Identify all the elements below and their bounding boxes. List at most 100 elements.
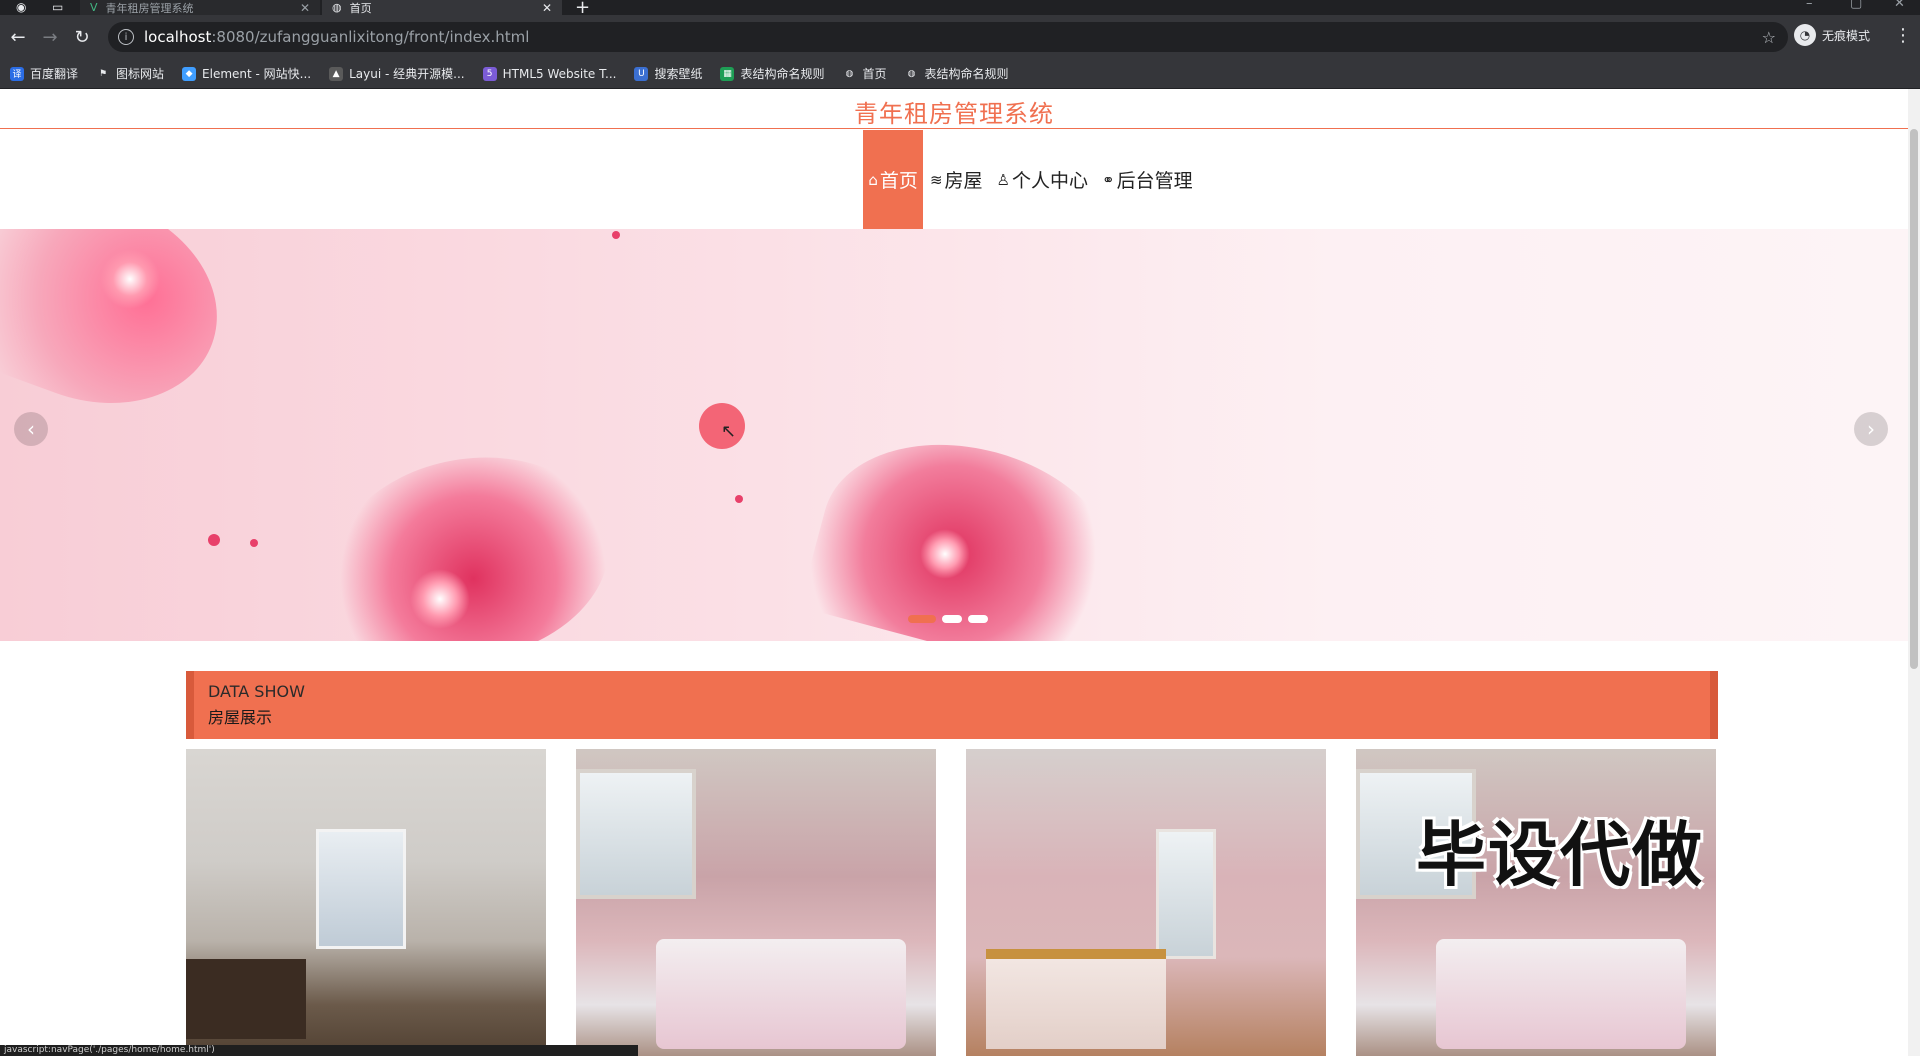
back-arrow-icon[interactable]: ← [2, 27, 34, 48]
layui-icon: ▲ [329, 66, 344, 81]
bookmark-item[interactable]: ◆ Element - 网站快... [182, 65, 311, 82]
html5-icon: 5 [482, 66, 497, 81]
carousel-indicators [908, 615, 988, 623]
carousel-indicator[interactable] [908, 615, 936, 623]
light-orb [410, 569, 470, 629]
carousel-banner[interactable]: ‹ › ↖ [0, 229, 1908, 641]
bookmark-label: 搜索壁纸 [654, 67, 703, 81]
sparkle-dot [250, 539, 258, 547]
address-bar[interactable]: i localhost :8080/zufangguanlixitong/fro… [108, 22, 1788, 52]
browser-tab-admin[interactable]: V 青年租房管理系统 ✕ [80, 0, 320, 15]
flag-icon: ⚑ [98, 68, 108, 79]
bookmark-label: 图标网站 [116, 67, 165, 81]
light-orb [920, 529, 970, 579]
carousel-indicator[interactable] [968, 615, 988, 623]
tab-close-icon[interactable]: ✕ [542, 1, 552, 15]
globe-favicon-icon: ◍ [332, 1, 342, 14]
main-nav: ⌂ 首页 ≋ 房屋 ♙ 个人中心 ⚭ 后台管理 [0, 130, 1908, 229]
bookmark-star-icon[interactable]: ☆ [1762, 28, 1776, 47]
incognito-icon: ◔ [1794, 24, 1816, 46]
forward-arrow-icon[interactable]: → [34, 27, 66, 48]
house-card[interactable] [576, 749, 936, 1056]
site-title: 青年租房管理系统 [854, 100, 1054, 128]
sparkle-dot [208, 534, 220, 546]
scrollbar-thumb[interactable] [1910, 129, 1918, 669]
house-card[interactable]: 毕设代做 [1356, 749, 1716, 1056]
nav-label: 首页 [879, 170, 918, 192]
bookmark-item[interactable]: ◍ 表结构命名规则 [905, 65, 1009, 82]
home-icon: ⌂ [868, 170, 878, 189]
bookmark-item[interactable]: ▲ Layui - 经典开源模... [329, 65, 465, 82]
bookmark-item[interactable]: ▦ 表结构命名规则 [720, 65, 824, 82]
sofa-shape [186, 959, 306, 1039]
link-status-bar: javascript:navPage('./pages/home/home.ht… [0, 1045, 638, 1056]
reload-icon[interactable]: ↻ [66, 27, 98, 48]
bed-shape [1436, 939, 1686, 1049]
browser-menu-icon[interactable]: ◉ [16, 0, 26, 14]
house-card[interactable] [966, 749, 1326, 1056]
window-shape [576, 769, 696, 899]
tab-title: 青年租房管理系统 [105, 1, 194, 15]
nav-label: 房屋 [944, 170, 983, 192]
nav-item-admin[interactable]: ⚭ 后台管理 [1095, 130, 1200, 229]
translate-icon: 译 [10, 66, 24, 81]
nav-item-house[interactable]: ≋ 房屋 [923, 130, 990, 229]
bookmark-label: HTML5 Website T... [502, 66, 617, 81]
carousel-prev-button[interactable]: ‹ [14, 412, 48, 446]
bed-shape [656, 939, 906, 1049]
house-card-list: 毕设代做 [186, 749, 1718, 1056]
bookmark-label: Element - 网站快... [202, 67, 312, 81]
mouse-cursor-icon: ↖ [721, 421, 737, 442]
incognito-label: 无痕模式 [1822, 28, 1871, 43]
browser-toolbar: ← → ↻ i localhost :8080/zufangguanlixito… [0, 15, 1920, 59]
house-card[interactable] [186, 749, 546, 1056]
vue-favicon-icon: V [90, 1, 98, 14]
light-orb [100, 249, 160, 309]
nav-label: 后台管理 [1116, 170, 1193, 192]
tab-search-icon[interactable]: ▭ [52, 0, 63, 14]
link-icon: ⚭ [1102, 170, 1115, 189]
nav-item-profile[interactable]: ♙ 个人中心 [990, 130, 1095, 229]
carousel-indicator[interactable] [942, 615, 962, 623]
globe-icon: ◍ [907, 68, 916, 79]
bookmarks-bar: 译百度翻译 ⚑ 图标网站 ◆ Element - 网站快... ▲ Layui - 经典开源… [0, 59, 1920, 89]
site-info-icon[interactable]: i [118, 29, 134, 45]
page-scrollbar[interactable] [1908, 89, 1920, 1056]
nav-item-home[interactable]: ⌂ 首页 [863, 130, 923, 229]
section-header: DATA SHOW 房屋展示 [186, 671, 1718, 739]
element-icon: ◆ [182, 66, 197, 81]
new-tab-button[interactable]: + [575, 0, 590, 15]
bookmark-item[interactable]: 译百度翻译 [10, 65, 78, 82]
bookmark-item[interactable]: 5 HTML5 Website T... [482, 66, 617, 81]
maximize-icon[interactable]: ▢ [1850, 0, 1862, 11]
carousel-next-button[interactable]: › [1854, 412, 1888, 446]
bookmark-item[interactable]: ◍ 首页 [842, 65, 887, 82]
bed-shape [986, 949, 1166, 1049]
bookmark-label: 百度翻译 [30, 67, 79, 81]
window-shape [1156, 829, 1216, 959]
flower-decoration [799, 413, 1141, 641]
table-icon: ▦ [720, 66, 735, 81]
url-host: localhost [144, 28, 212, 46]
more-menu-icon[interactable]: ⋮ [1894, 25, 1912, 46]
layers-icon: ≋ [929, 170, 943, 189]
bookmark-item[interactable]: U 搜索壁纸 [634, 65, 702, 82]
incognito-indicator[interactable]: ◔ 无痕模式 [1794, 24, 1870, 46]
close-window-icon[interactable]: ✕ [1894, 0, 1905, 11]
minimize-icon[interactable]: – [1806, 0, 1813, 11]
bookmark-label: Layui - 经典开源模... [349, 67, 465, 81]
browser-tab-bar: ◉ ▭ V 青年租房管理系统 ✕ ◍ 首页 ✕ + – ▢ ✕ [0, 0, 1920, 15]
bookmark-label: 首页 [862, 67, 887, 81]
section-title-zh: 房屋展示 [208, 708, 273, 727]
site-header: 青年租房管理系统 [0, 89, 1908, 129]
bookmark-label: 表结构命名规则 [740, 67, 825, 81]
browser-tab-home[interactable]: ◍ 首页 ✕ [322, 0, 562, 15]
globe-icon: ◍ [845, 68, 854, 79]
bookmark-item[interactable]: ⚑ 图标网站 [96, 65, 164, 82]
wallpaper-icon: U [634, 66, 649, 81]
url-path: :8080/zufangguanlixitong/front/index.htm… [211, 28, 530, 46]
sparkle-dot [735, 495, 743, 503]
sparkle-dot [612, 231, 620, 239]
tab-close-icon[interactable]: ✕ [300, 1, 310, 15]
watermark-text: 毕设代做 [1416, 814, 1704, 896]
